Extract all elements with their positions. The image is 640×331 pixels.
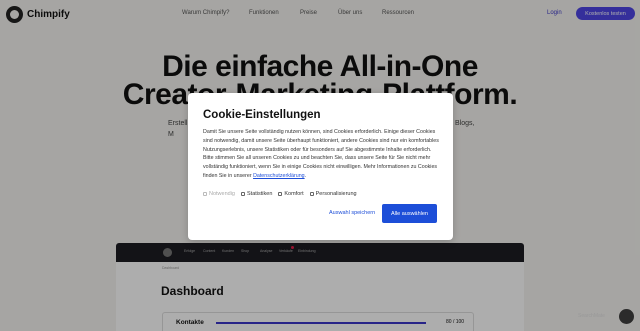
option-comfort-label: Komfort — [284, 191, 304, 197]
checkbox-necessary — [203, 192, 207, 196]
save-selection-button[interactable]: Auswahl speichern — [329, 210, 375, 216]
option-necessary: Notwendig — [203, 191, 235, 197]
cookie-dialog-title: Cookie-Einstellungen — [203, 109, 321, 121]
cookie-options: Notwendig Statistiken Komfort Personalis… — [203, 191, 357, 197]
checkbox-statistics[interactable] — [241, 192, 245, 196]
chat-widget-icon[interactable] — [619, 309, 634, 324]
option-necessary-label: Notwendig — [209, 191, 235, 197]
checkbox-personalization[interactable] — [309, 192, 314, 196]
privacy-policy-link[interactable]: Datenschutzerklärung — [253, 173, 305, 179]
option-comfort[interactable]: Komfort — [278, 191, 304, 197]
cookie-text: Damit Sie unsere Seite vollständig nutze… — [203, 129, 439, 179]
option-statistics-label: Statistiken — [247, 191, 273, 197]
option-personalization[interactable]: Personalisierung — [309, 191, 357, 197]
cookie-text-end: . — [304, 172, 307, 179]
cookie-consent-dialog: Cookie-Einstellungen Damit Sie unsere Se… — [188, 93, 453, 240]
checkbox-comfort[interactable] — [278, 192, 283, 196]
option-statistics[interactable]: Statistiken — [241, 191, 272, 197]
option-personalization-label: Personalisierung — [315, 191, 357, 197]
cookie-dialog-text: Damit Sie unsere Seite vollständig nutze… — [203, 128, 443, 181]
searchmate-brand: SearchMate — [578, 313, 605, 319]
accept-all-button[interactable]: Alle auswählen — [382, 204, 437, 223]
